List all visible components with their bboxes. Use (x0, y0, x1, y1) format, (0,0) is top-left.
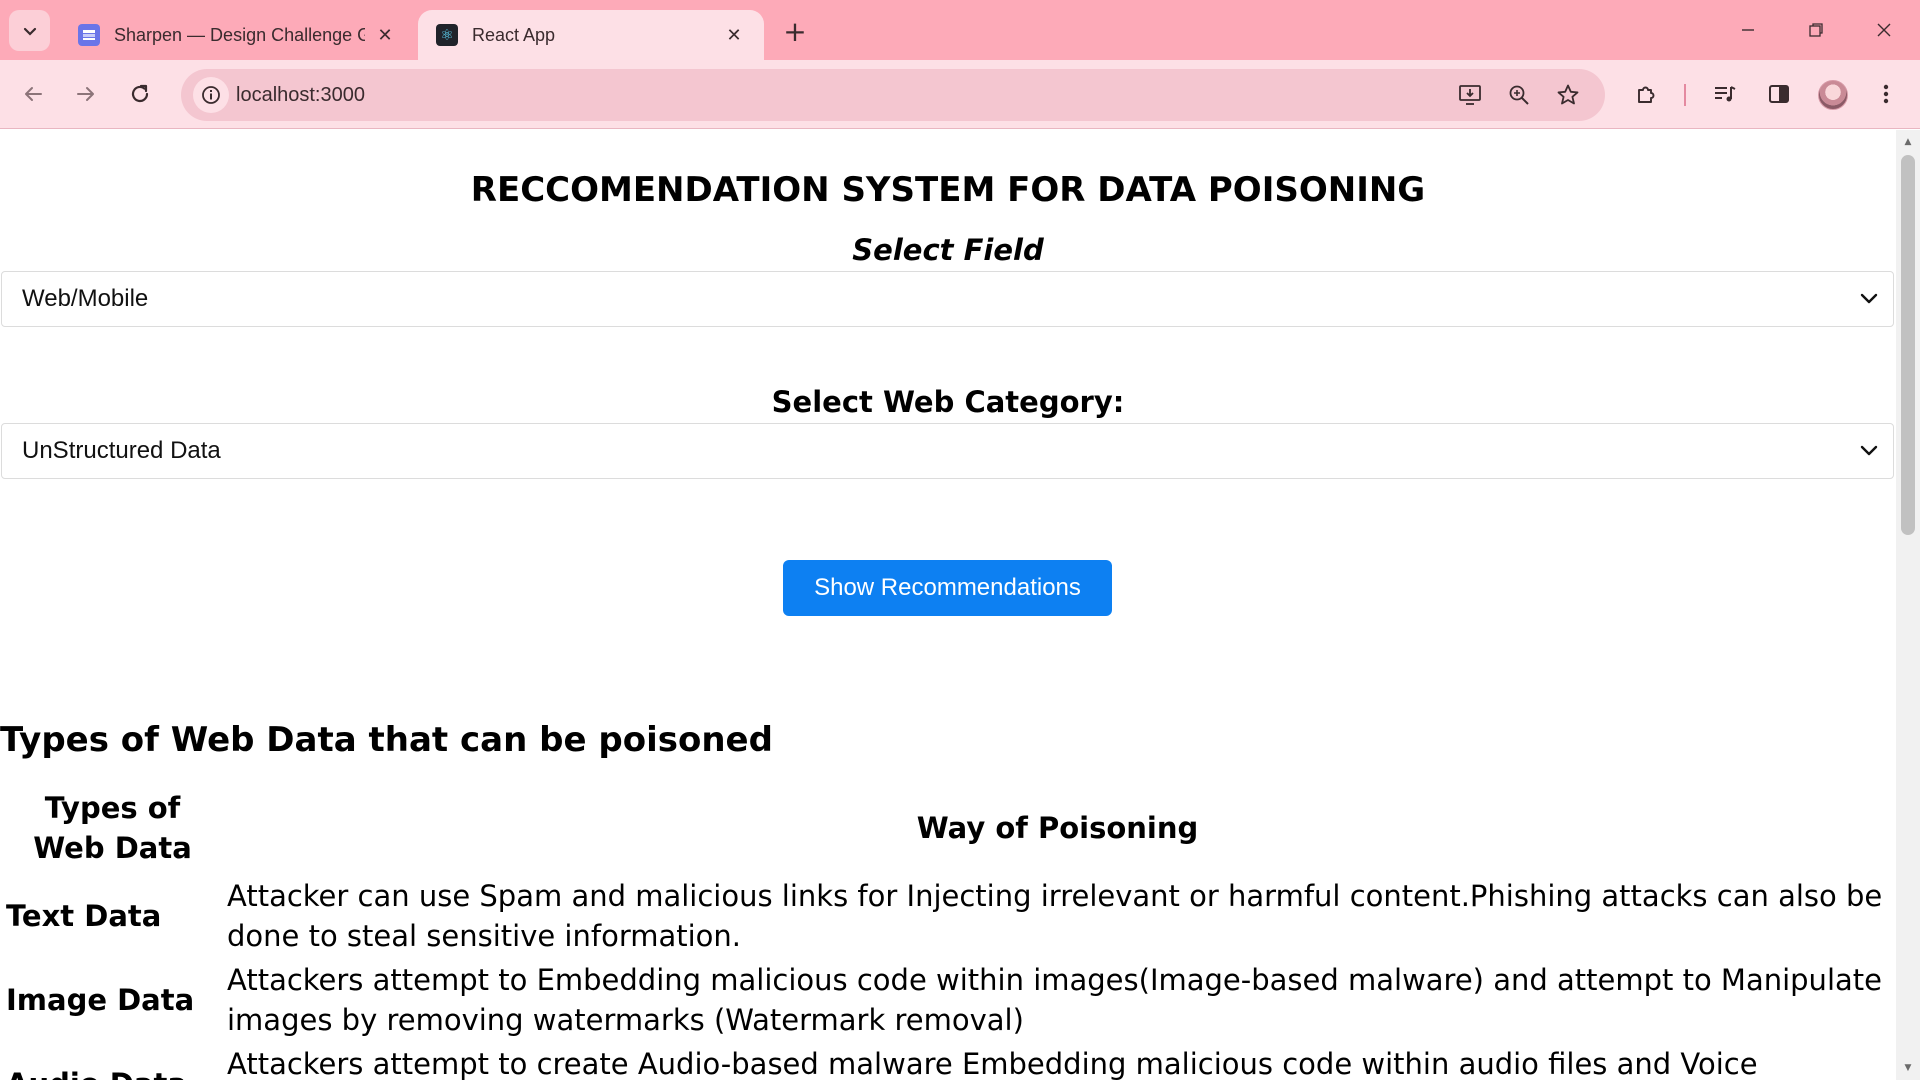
poisoning-way-cell: Attacker can use Spam and malicious link… (227, 879, 1883, 953)
restore-icon[interactable] (1796, 10, 1836, 50)
close-window-icon[interactable] (1864, 10, 1904, 50)
react-logo-icon: ⚛ (436, 24, 458, 46)
category-select-value: UnStructured Data (22, 437, 221, 464)
tab-title: Sharpen — Design Challenge G (114, 24, 365, 45)
column-header-types: Types of Web Data (33, 791, 192, 865)
data-type-cell: Text Data (6, 899, 162, 933)
table-row: Text Data Attacker can use Spam and mali… (0, 874, 1890, 958)
scroll-down-arrow-icon[interactable]: ▼ (1902, 1062, 1914, 1074)
new-tab-plus-icon[interactable]: + (778, 14, 812, 48)
table-header-row: Types of Web Data Way of Poisoning (0, 782, 1890, 874)
tab-title: React App (472, 24, 556, 45)
poisoning-table: Types of Web Data Way of Poisoning Text … (0, 782, 1890, 1080)
table-row: Image Data Attackers attempt to Embeddin… (0, 958, 1890, 1042)
table-row: Audio Data Attackers attempt to create A… (0, 1042, 1890, 1080)
forward-arrow-icon[interactable] (66, 74, 106, 114)
extensions-puzzle-icon[interactable] (1627, 74, 1667, 114)
more-menu-icon[interactable] (1866, 74, 1906, 114)
url-text: localhost:3000 (236, 84, 365, 106)
chevron-down-icon (1857, 272, 1881, 326)
app-content: RECCOMENDATION SYSTEM FOR DATA POISONING… (0, 130, 1896, 1080)
media-controls-icon[interactable] (1705, 74, 1745, 114)
browser-toolbar: localhost:3000 (0, 60, 1920, 129)
back-arrow-icon[interactable] (13, 74, 53, 114)
show-recommendations-button[interactable]: Show Recommendations (783, 560, 1112, 616)
field-select-value: Web/Mobile (22, 285, 149, 312)
poisoning-way-cell: Attackers attempt to Embedding malicious… (227, 963, 1882, 1037)
column-header-way: Way of Poisoning (916, 811, 1199, 845)
data-type-cell: Audio Data (0, 1042, 225, 1080)
poisoning-way-cell: Attackers attempt to create Audio-based … (227, 1047, 1758, 1080)
address-bar[interactable]: localhost:3000 (181, 69, 1605, 121)
chevron-down-icon (1857, 424, 1881, 478)
profile-avatar[interactable] (1818, 80, 1848, 110)
select-category-label: Select Web Category: (771, 385, 1125, 419)
tab-sharpen[interactable]: Sharpen — Design Challenge G ✕ (60, 10, 415, 60)
minimize-icon[interactable] (1728, 10, 1768, 50)
reload-icon[interactable] (120, 74, 160, 114)
chevron-down-icon (23, 27, 36, 36)
page-viewport: RECCOMENDATION SYSTEM FOR DATA POISONING… (0, 130, 1920, 1080)
category-select[interactable]: UnStructured Data (1, 423, 1894, 479)
scroll-up-arrow-icon[interactable]: ▲ (1902, 136, 1914, 148)
bookmark-star-icon[interactable] (1550, 77, 1586, 113)
close-tab-icon[interactable]: ✕ (373, 23, 397, 47)
scrollbar-thumb[interactable] (1901, 155, 1915, 535)
field-select[interactable]: Web/Mobile (1, 271, 1894, 327)
zoom-icon[interactable] (1501, 77, 1537, 113)
toolbar-separator (1684, 84, 1686, 106)
browser-tabstrip: Sharpen — Design Challenge G ✕ ⚛ React A… (0, 0, 1920, 60)
site-info-icon[interactable] (193, 77, 229, 113)
select-field-label: Select Field (852, 233, 1044, 267)
side-panel-icon[interactable] (1759, 74, 1799, 114)
data-type-cell: Image Data (6, 983, 195, 1017)
tab-search-button[interactable] (9, 10, 50, 51)
sharpen-favicon-icon (78, 24, 100, 46)
section-heading: Types of Web Data that can be poisoned (0, 720, 773, 760)
vertical-scrollbar[interactable]: ▲ ▼ (1896, 130, 1920, 1080)
tab-react-app[interactable]: ⚛ React App ✕ (418, 10, 764, 60)
close-tab-icon[interactable]: ✕ (722, 23, 746, 47)
install-app-icon[interactable] (1452, 77, 1488, 113)
page-title: RECCOMENDATION SYSTEM FOR DATA POISONING (470, 170, 1426, 210)
